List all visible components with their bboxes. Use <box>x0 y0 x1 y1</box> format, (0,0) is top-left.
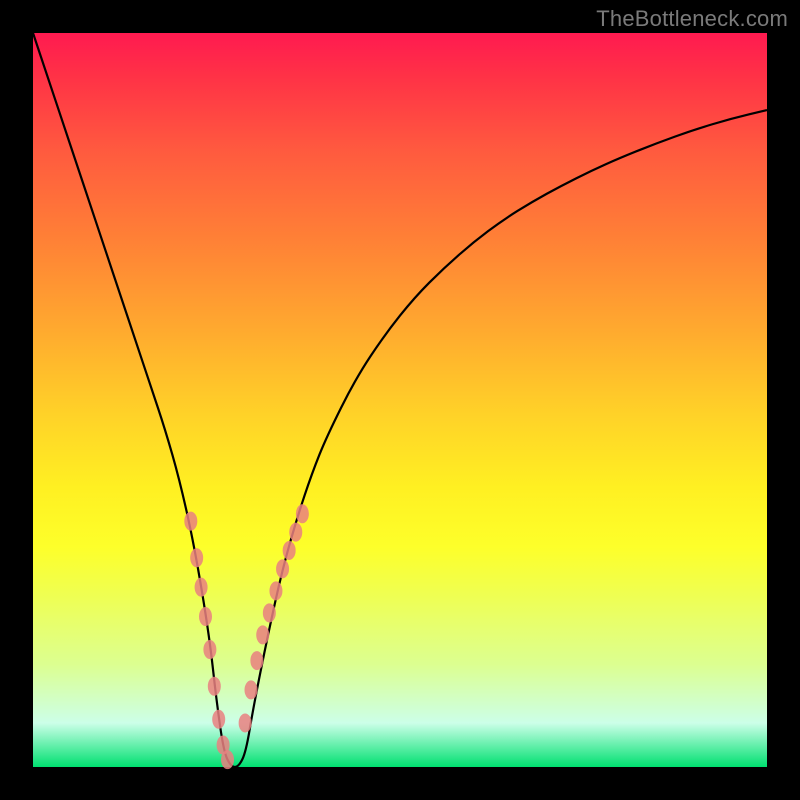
data-marker <box>276 559 289 578</box>
data-marker <box>283 541 296 560</box>
data-marker <box>239 713 252 732</box>
marker-cluster-right <box>239 504 309 732</box>
data-marker <box>244 680 257 699</box>
data-marker <box>250 651 263 670</box>
data-marker <box>289 523 302 542</box>
marker-cluster-left <box>184 512 234 770</box>
data-marker <box>296 504 309 523</box>
data-marker <box>190 548 203 567</box>
data-marker <box>195 578 208 597</box>
bottleneck-curve <box>33 33 767 767</box>
data-marker <box>263 603 276 622</box>
data-marker <box>221 750 234 769</box>
plot-area <box>33 33 767 767</box>
watermark-text: TheBottleneck.com <box>596 6 788 32</box>
data-marker <box>269 581 282 600</box>
data-marker <box>203 640 216 659</box>
data-marker <box>184 512 197 531</box>
data-marker <box>199 607 212 626</box>
curve-layer <box>33 33 767 767</box>
data-marker <box>208 677 221 696</box>
data-marker <box>256 625 269 644</box>
data-marker <box>212 710 225 729</box>
chart-frame: TheBottleneck.com <box>0 0 800 800</box>
